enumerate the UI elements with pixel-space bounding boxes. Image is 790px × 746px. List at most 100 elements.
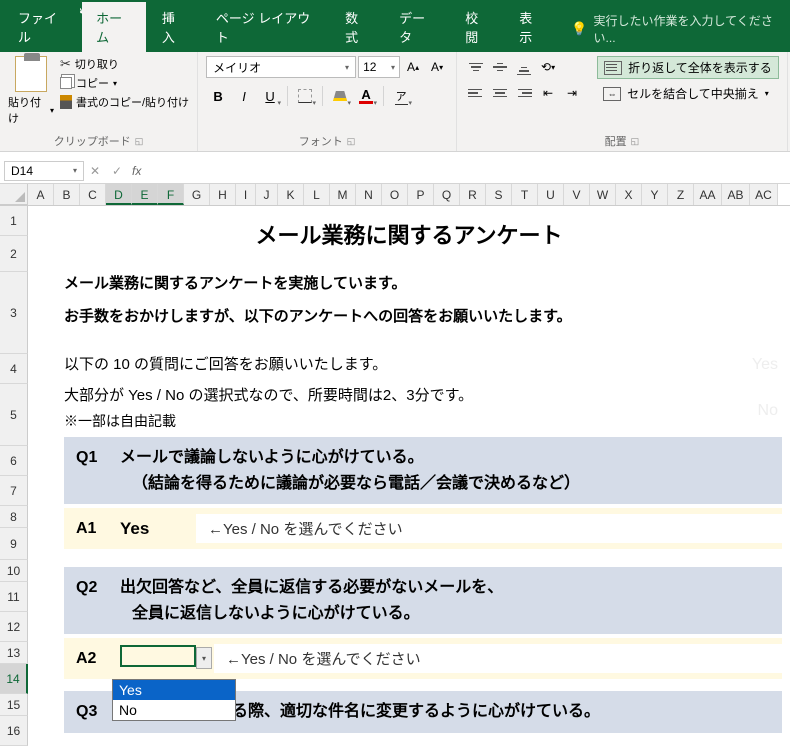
row-header-7[interactable]: 7 xyxy=(0,476,28,506)
column-header-S[interactable]: S xyxy=(486,184,512,205)
group-clipboard: 貼り付け▾ ✂切り取り コピー▾ 書式のコピー/貼り付け クリップボード◱ xyxy=(0,52,198,151)
row-header-10[interactable]: 10 xyxy=(0,560,28,582)
row-header-12[interactable]: 12 xyxy=(0,612,28,642)
align-middle-button[interactable] xyxy=(489,56,511,78)
column-header-J[interactable]: J xyxy=(256,184,278,205)
column-header-E[interactable]: E xyxy=(132,184,158,205)
alignment-dialog-launcher[interactable]: ◱ xyxy=(631,136,640,147)
row-header-16[interactable]: 16 xyxy=(0,716,28,746)
font-dialog-launcher[interactable]: ◱ xyxy=(347,136,356,147)
row-header-6[interactable]: 6 xyxy=(0,446,28,476)
row-header-13[interactable]: 13 xyxy=(0,642,28,664)
dropdown-option-yes[interactable]: Yes xyxy=(113,680,235,700)
insert-function-button[interactable]: fx xyxy=(128,164,145,178)
column-header-AA[interactable]: AA xyxy=(694,184,722,205)
intro-line-2: お手数をおかけしますが、以下のアンケートへの回答をお願いいたします。 xyxy=(28,301,790,350)
chevron-down-icon: ▾ xyxy=(73,166,77,175)
name-box[interactable]: D14▾ xyxy=(4,161,84,181)
orientation-button[interactable]: ⟲▾ xyxy=(537,56,559,78)
tab-home[interactable]: ホーム xyxy=(82,2,146,52)
column-header-R[interactable]: R xyxy=(460,184,486,205)
copy-button[interactable]: コピー▾ xyxy=(60,75,189,91)
shrink-font-button[interactable]: A▾ xyxy=(426,56,448,78)
formula-input[interactable] xyxy=(145,162,790,180)
align-center-button[interactable] xyxy=(489,82,511,104)
tab-page-layout[interactable]: ページ レイアウト xyxy=(202,2,329,52)
row-header-9[interactable]: 9 xyxy=(0,528,28,560)
row-header-4[interactable]: 4 xyxy=(0,354,28,384)
enter-formula-button[interactable]: ✓ xyxy=(106,164,128,178)
column-header-O[interactable]: O xyxy=(382,184,408,205)
column-header-AC[interactable]: AC xyxy=(750,184,778,205)
increase-indent-button[interactable]: ⇥ xyxy=(561,82,583,104)
a1-value-cell[interactable]: Yes xyxy=(120,519,196,539)
row-header-1[interactable]: 1 xyxy=(0,206,28,236)
column-header-V[interactable]: V xyxy=(564,184,590,205)
column-header-N[interactable]: N xyxy=(356,184,382,205)
row-header-3[interactable]: 3 xyxy=(0,272,28,354)
select-all-button[interactable] xyxy=(0,184,28,205)
align-left-button[interactable] xyxy=(465,82,487,104)
border-button[interactable]: ▾ xyxy=(293,84,317,108)
bold-button[interactable]: B xyxy=(206,84,230,108)
row-header-2[interactable]: 2 xyxy=(0,236,28,272)
row-header-14[interactable]: 14 xyxy=(0,664,28,694)
column-header-C[interactable]: C xyxy=(80,184,106,205)
row-header-8[interactable]: 8 xyxy=(0,506,28,528)
row-header-5[interactable]: 5 xyxy=(0,384,28,446)
font-name-combo[interactable]: メイリオ▾ xyxy=(206,56,356,78)
column-header-K[interactable]: K xyxy=(278,184,304,205)
cells-area[interactable]: メール業務に関するアンケート メール業務に関するアンケートを実施しています。 お… xyxy=(28,206,790,746)
align-top-button[interactable] xyxy=(465,56,487,78)
column-header-AB[interactable]: AB xyxy=(722,184,750,205)
column-header-P[interactable]: P xyxy=(408,184,434,205)
a2-value-cell[interactable] xyxy=(120,645,196,667)
cut-button[interactable]: ✂切り取り xyxy=(60,56,189,72)
column-header-U[interactable]: U xyxy=(538,184,564,205)
fill-color-button[interactable]: ▾ xyxy=(328,84,352,108)
font-color-button[interactable]: A▾ xyxy=(354,84,378,108)
phonetic-button[interactable]: ア▾ xyxy=(389,84,413,108)
wrap-text-button[interactable]: 折り返して全体を表示する xyxy=(597,56,779,79)
tab-insert[interactable]: 挿入 xyxy=(148,2,200,52)
column-header-I[interactable]: I xyxy=(236,184,256,205)
format-painter-button[interactable]: 書式のコピー/貼り付け xyxy=(60,94,189,110)
column-header-G[interactable]: G xyxy=(184,184,210,205)
tab-review[interactable]: 校閲 xyxy=(451,2,503,52)
column-header-A[interactable]: A xyxy=(28,184,54,205)
paste-button[interactable]: 貼り付け▾ xyxy=(8,56,54,126)
tab-formulas[interactable]: 数式 xyxy=(331,2,383,52)
column-header-F[interactable]: F xyxy=(158,184,184,205)
column-header-Q[interactable]: Q xyxy=(434,184,460,205)
cancel-formula-button[interactable]: ✕ xyxy=(84,164,106,178)
column-header-W[interactable]: W xyxy=(590,184,616,205)
decrease-indent-button[interactable]: ⇤ xyxy=(537,82,559,104)
tab-data[interactable]: データ xyxy=(385,2,449,52)
italic-button[interactable]: I xyxy=(232,84,256,108)
dropdown-option-no[interactable]: No xyxy=(113,700,235,720)
column-header-H[interactable]: H xyxy=(210,184,236,205)
column-header-Y[interactable]: Y xyxy=(642,184,668,205)
tell-me-search[interactable]: 💡 実行したい作業を入力してください... xyxy=(559,12,790,52)
underline-button[interactable]: U▾ xyxy=(258,84,282,108)
column-header-M[interactable]: M xyxy=(330,184,356,205)
column-header-T[interactable]: T xyxy=(512,184,538,205)
tab-view[interactable]: 表示 xyxy=(505,2,557,52)
align-bottom-button[interactable] xyxy=(513,56,535,78)
tab-file[interactable]: ファイル xyxy=(4,2,80,52)
column-header-L[interactable]: L xyxy=(304,184,330,205)
merge-center-button[interactable]: ⇔セルを結合して中央揃え▾ xyxy=(597,83,779,104)
font-size-combo[interactable]: 12▾ xyxy=(358,56,400,78)
ribbon-tabs: ファイル ホーム 挿入 ページ レイアウト 数式 データ 校閲 表示 💡 実行し… xyxy=(0,24,790,52)
column-header-D[interactable]: D xyxy=(106,184,132,205)
row-header-11[interactable]: 11 xyxy=(0,582,28,612)
column-header-Z[interactable]: Z xyxy=(668,184,694,205)
clipboard-dialog-launcher[interactable]: ◱ xyxy=(135,136,144,147)
column-header-X[interactable]: X xyxy=(616,184,642,205)
lightbulb-icon: 💡 xyxy=(571,21,587,37)
row-header-15[interactable]: 15 xyxy=(0,694,28,716)
grow-font-button[interactable]: A▴ xyxy=(402,56,424,78)
align-right-button[interactable] xyxy=(513,82,535,104)
column-header-B[interactable]: B xyxy=(54,184,80,205)
dropdown-handle[interactable]: ▾ xyxy=(196,647,212,669)
